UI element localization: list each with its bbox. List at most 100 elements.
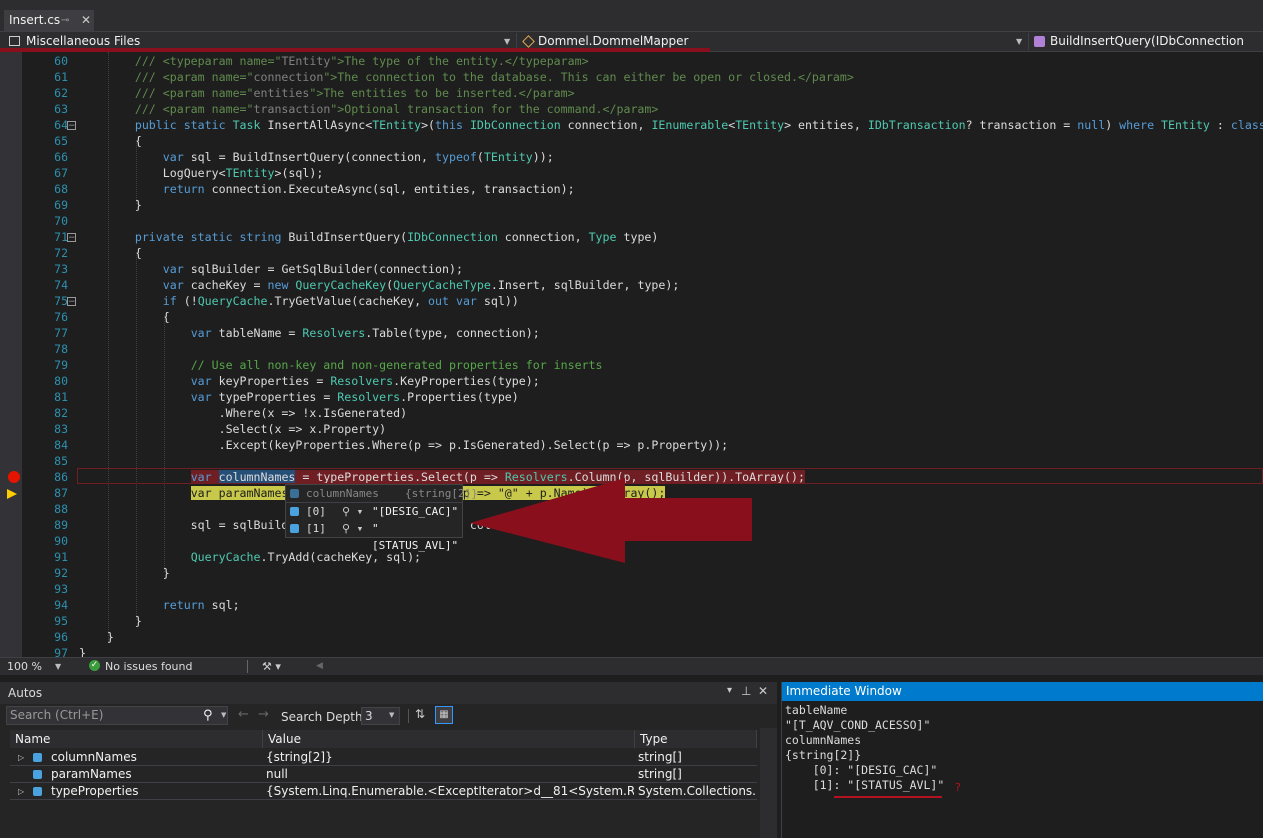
code-line[interactable]: .Where(x => !x.IsGenerated) bbox=[79, 405, 407, 421]
document-tab-insert-cs[interactable]: Insert.cs ⊸ ✕ bbox=[4, 10, 94, 31]
expand-icon[interactable]: ▷ bbox=[18, 749, 24, 765]
tab-title: Insert.cs bbox=[9, 13, 61, 27]
collapse-icon[interactable]: − bbox=[67, 297, 76, 307]
code-line[interactable]: private static string BuildInsertQuery(I… bbox=[79, 229, 659, 245]
code-line[interactable]: /// <param name="transaction">Optional t… bbox=[79, 101, 659, 117]
code-line[interactable]: LogQuery<TEntity>(sql); bbox=[79, 165, 324, 181]
code-line[interactable]: { bbox=[79, 133, 142, 149]
collapse-icon[interactable]: − bbox=[67, 121, 76, 131]
line-number: 97 bbox=[54, 646, 68, 657]
datatip-item[interactable]: [0] ⚲ ▾ "[DESIG_CAC]" bbox=[286, 503, 462, 520]
datatip-header: columnNames {string[2]} bbox=[286, 485, 478, 503]
code-editor[interactable]: 60 /// <typeparam name="TEntity">The typ… bbox=[22, 52, 1263, 657]
method-dropdown[interactable]: BuildInsertQuery(IDbConnection connec bbox=[1050, 32, 1263, 67]
hex-display-icon[interactable]: ⇅ bbox=[415, 707, 425, 721]
code-line[interactable]: /// <typeparam name="TEntity">The type o… bbox=[79, 53, 589, 69]
table-row[interactable]: ▷ typeProperties {System.Linq.Enumerable… bbox=[10, 783, 757, 800]
line-number: 91 bbox=[54, 550, 68, 564]
window-position-icon[interactable]: ▾ bbox=[727, 685, 732, 696]
indicator-margin[interactable] bbox=[0, 52, 22, 657]
autos-title-bar: Autos ▾ ⊥ ✕ bbox=[0, 682, 777, 704]
immediate-window[interactable]: Immediate Window tableName "[T_AQV_COND_… bbox=[781, 682, 1263, 838]
editor-status-bar: 100 % ▼ ✓ No issues found ⚒ ▾ ◀ bbox=[0, 657, 1263, 675]
annotation-underline bbox=[834, 796, 942, 798]
brush-icon[interactable]: ⚒ ▾ bbox=[262, 659, 281, 674]
column-header-type[interactable]: Type bbox=[635, 730, 757, 748]
chevron-down-icon[interactable]: ▼ bbox=[221, 711, 226, 719]
table-row[interactable]: ▷ columnNames {string[2]} string[] bbox=[10, 749, 757, 766]
variable-icon bbox=[290, 524, 299, 533]
code-line[interactable]: return connection.ExecuteAsync(sql, enti… bbox=[79, 181, 575, 197]
columns-icon[interactable]: ▦ bbox=[435, 706, 453, 724]
issues-status[interactable]: No issues found bbox=[105, 659, 192, 674]
datatip-value[interactable]: "[STATUS_AVL]" bbox=[372, 520, 462, 554]
line-number: 61 bbox=[54, 70, 68, 84]
annotation-arrow bbox=[470, 478, 752, 563]
scroll-left-icon[interactable]: ◀ bbox=[316, 659, 323, 674]
column-header-value[interactable]: Value bbox=[263, 730, 635, 748]
code-line[interactable]: if (!QueryCache.TryGetValue(cacheKey, ou… bbox=[79, 293, 519, 309]
document-tab-bar: Insert.cs ⊸ ✕ bbox=[0, 0, 1263, 31]
line-number: 73 bbox=[54, 262, 68, 276]
column-header-name[interactable]: Name bbox=[10, 730, 263, 748]
search-depth-select[interactable]: 3 ▼ bbox=[361, 707, 400, 725]
close-icon[interactable]: ✕ bbox=[758, 684, 768, 698]
code-line[interactable]: } bbox=[79, 565, 170, 581]
chevron-down-icon[interactable]: ▼ bbox=[55, 659, 61, 674]
datatip-value[interactable]: "[DESIG_CAC]" bbox=[372, 503, 458, 520]
row-value[interactable]: {string[2]} bbox=[266, 749, 634, 765]
magnifier-icon[interactable]: ⚲ ▾ bbox=[342, 520, 363, 537]
code-line[interactable]: return sql; bbox=[79, 597, 240, 613]
code-line[interactable]: /// <param name="entities">The entities … bbox=[79, 85, 575, 101]
collapse-icon[interactable]: − bbox=[67, 233, 76, 243]
code-line[interactable]: { bbox=[79, 309, 170, 325]
debug-datatip[interactable]: columnNames {string[2]} [0] ⚲ ▾ "[DESIG_… bbox=[285, 484, 478, 552]
pin-icon[interactable]: ⊸ bbox=[61, 10, 69, 31]
forward-arrow-icon[interactable]: → bbox=[258, 707, 269, 722]
code-line[interactable]: var typeProperties = Resolvers.Propertie… bbox=[79, 389, 519, 405]
code-line[interactable]: } bbox=[79, 197, 142, 213]
line-number: 85 bbox=[54, 454, 68, 468]
line-number: 78 bbox=[54, 342, 68, 356]
datatip-item[interactable]: [1] ⚲ ▾ "[STATUS_AVL]" bbox=[286, 520, 462, 552]
line-number: 84 bbox=[54, 438, 68, 452]
code-line[interactable]: var keyProperties = Resolvers.KeyPropert… bbox=[79, 373, 540, 389]
method-icon bbox=[1034, 36, 1045, 47]
pin-icon[interactable]: ⊥ bbox=[741, 684, 751, 698]
zoom-level[interactable]: 100 % bbox=[7, 659, 42, 674]
check-icon: ✓ bbox=[89, 660, 100, 671]
chevron-down-icon[interactable]: ▼ bbox=[1016, 32, 1022, 51]
search-input[interactable]: Search (Ctrl+E) bbox=[6, 706, 228, 725]
expand-icon[interactable]: ▷ bbox=[18, 783, 24, 799]
code-line[interactable]: } bbox=[79, 613, 142, 629]
variable-icon bbox=[290, 507, 299, 516]
code-line[interactable]: QueryCache.TryAdd(cacheKey, sql); bbox=[79, 549, 421, 565]
vertical-scrollbar[interactable] bbox=[760, 728, 777, 838]
code-line[interactable]: var sql = BuildInsertQuery(connection, t… bbox=[79, 149, 554, 165]
row-type: string[] bbox=[638, 750, 682, 764]
back-arrow-icon[interactable]: ← bbox=[238, 707, 249, 722]
row-name: paramNames bbox=[51, 767, 132, 781]
code-line[interactable]: .Select(x => x.Property) bbox=[79, 421, 387, 437]
line-number: 96 bbox=[54, 630, 68, 644]
line-number: 65 bbox=[54, 134, 68, 148]
code-line[interactable]: .Except(keyProperties.Where(p => p.IsGen… bbox=[79, 437, 729, 453]
indent-guide bbox=[136, 140, 137, 204]
line-number: 94 bbox=[54, 598, 68, 612]
search-icon[interactable]: ⚲ bbox=[203, 708, 213, 723]
code-line[interactable]: var tableName = Resolvers.Table(type, co… bbox=[79, 325, 540, 341]
code-line[interactable]: { bbox=[79, 245, 142, 261]
row-value[interactable]: null bbox=[266, 766, 634, 782]
table-row[interactable]: paramNames null string[] bbox=[10, 766, 757, 783]
breakpoint-icon[interactable] bbox=[8, 471, 20, 483]
code-line[interactable]: public static Task InsertAllAsync<TEntit… bbox=[79, 117, 1263, 133]
close-icon[interactable]: ✕ bbox=[81, 10, 91, 31]
code-line[interactable]: } bbox=[79, 645, 86, 657]
line-number: 90 bbox=[54, 534, 68, 548]
code-line[interactable]: /// <param name="connection">The connect… bbox=[79, 69, 854, 85]
row-value[interactable]: {System.Linq.Enumerable.<ExceptIterator>… bbox=[266, 783, 634, 799]
code-line[interactable]: // Use all non-key and non-generated pro… bbox=[79, 357, 603, 373]
code-line[interactable]: var cacheKey = new QueryCacheKey(QueryCa… bbox=[79, 277, 680, 293]
magnifier-icon[interactable]: ⚲ ▾ bbox=[342, 503, 363, 520]
line-number: 60 bbox=[54, 54, 68, 68]
